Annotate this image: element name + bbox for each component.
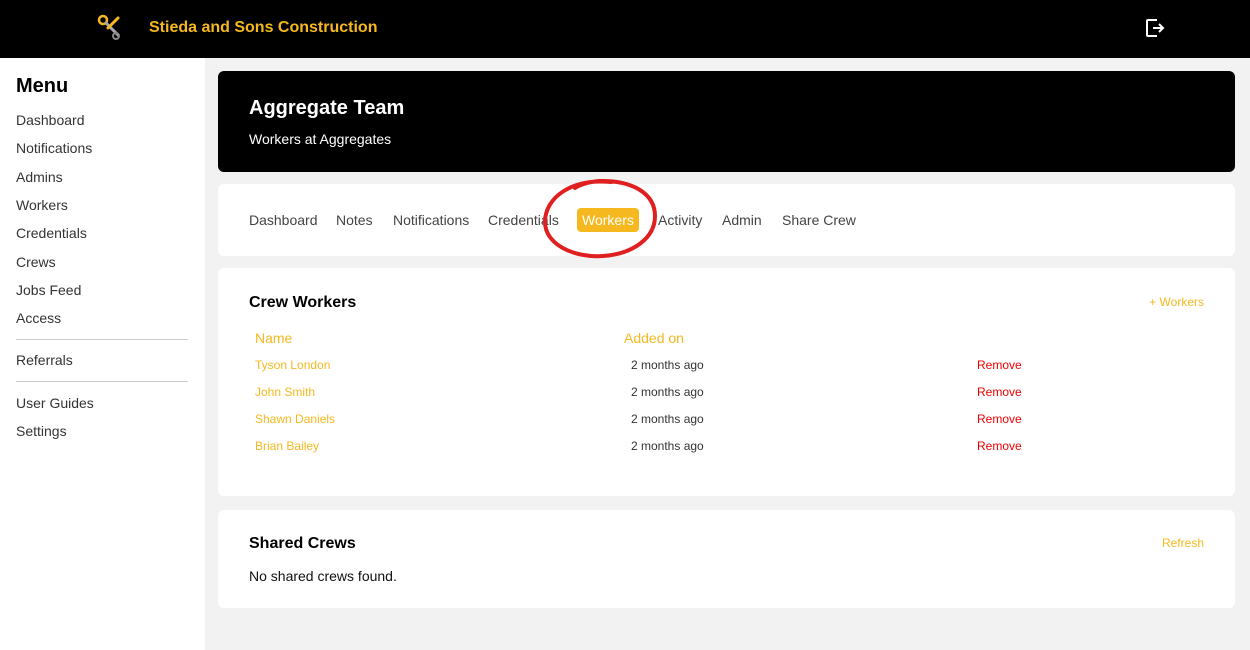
sidebar-item-access[interactable]: Access: [16, 310, 61, 326]
brand-name[interactable]: Stieda and Sons Construction: [149, 19, 377, 37]
column-header-name: Name: [255, 330, 293, 346]
worker-name-link[interactable]: Brian Bailey: [255, 439, 319, 453]
tab-workers[interactable]: Workers: [577, 208, 639, 232]
table-row: John Smith 2 months ago Remove: [255, 385, 1205, 405]
sidebar-item-referrals[interactable]: Referrals: [16, 352, 73, 368]
sidebar-item-credentials[interactable]: Credentials: [16, 225, 87, 241]
table-row: Brian Bailey 2 months ago Remove: [255, 439, 1205, 459]
sidebar: Menu Dashboard Notifications Admins Work…: [0, 58, 205, 650]
page-title: Aggregate Team: [249, 97, 405, 119]
sidebar-item-jobs-feed[interactable]: Jobs Feed: [16, 282, 81, 298]
wrench-scissors-icon[interactable]: [96, 13, 124, 41]
sidebar-item-admins[interactable]: Admins: [16, 169, 63, 185]
refresh-button[interactable]: Refresh: [1162, 536, 1204, 550]
remove-button[interactable]: Remove: [977, 439, 1022, 453]
sidebar-item-settings[interactable]: Settings: [16, 423, 67, 439]
sidebar-item-workers[interactable]: Workers: [16, 197, 68, 213]
crew-workers-title: Crew Workers: [249, 294, 357, 311]
tab-notes[interactable]: Notes: [336, 212, 373, 228]
added-on-value: 2 months ago: [631, 385, 704, 399]
remove-button[interactable]: Remove: [977, 358, 1022, 372]
sidebar-divider: [16, 339, 188, 340]
worker-name-link[interactable]: John Smith: [255, 385, 315, 399]
crew-workers-card: Crew Workers + Workers Name Added on Tys…: [218, 268, 1235, 496]
tab-admin[interactable]: Admin: [722, 212, 762, 228]
crew-tabs: Dashboard Notes Notifications Credential…: [218, 178, 1235, 259]
column-header-added-on: Added on: [624, 330, 684, 346]
shared-crews-title: Shared Crews: [249, 535, 356, 552]
table-row: Shawn Daniels 2 months ago Remove: [255, 412, 1205, 432]
remove-button[interactable]: Remove: [977, 412, 1022, 426]
added-on-value: 2 months ago: [631, 412, 704, 426]
menu-title: Menu: [16, 75, 69, 97]
table-row: Tyson London 2 months ago Remove: [255, 358, 1205, 378]
tab-activity[interactable]: Activity: [658, 212, 702, 228]
worker-name-link[interactable]: Shawn Daniels: [255, 412, 335, 426]
page-subtitle: Workers at Aggregates: [249, 131, 392, 147]
top-bar: Stieda and Sons Construction: [0, 0, 1250, 58]
added-on-value: 2 months ago: [631, 439, 704, 453]
worker-name-link[interactable]: Tyson London: [255, 358, 330, 372]
sidebar-item-crews[interactable]: Crews: [16, 254, 56, 270]
sidebar-item-notifications[interactable]: Notifications: [16, 140, 92, 156]
sidebar-item-user-guides[interactable]: User Guides: [16, 395, 94, 411]
added-on-value: 2 months ago: [631, 358, 704, 372]
logout-icon[interactable]: [1144, 17, 1166, 39]
sidebar-divider: [16, 381, 188, 382]
add-workers-button[interactable]: + Workers: [1149, 295, 1204, 309]
empty-state-text: No shared crews found.: [249, 568, 397, 584]
remove-button[interactable]: Remove: [977, 385, 1022, 399]
tab-credentials[interactable]: Credentials: [488, 212, 559, 228]
tab-dashboard[interactable]: Dashboard: [249, 212, 318, 228]
crew-header: Aggregate Team Workers at Aggregates: [218, 71, 1235, 172]
shared-crews-card: Shared Crews Refresh No shared crews fou…: [218, 510, 1235, 608]
sidebar-item-dashboard[interactable]: Dashboard: [16, 112, 85, 128]
tab-share-crew[interactable]: Share Crew: [782, 212, 856, 228]
tab-notifications[interactable]: Notifications: [393, 212, 469, 228]
